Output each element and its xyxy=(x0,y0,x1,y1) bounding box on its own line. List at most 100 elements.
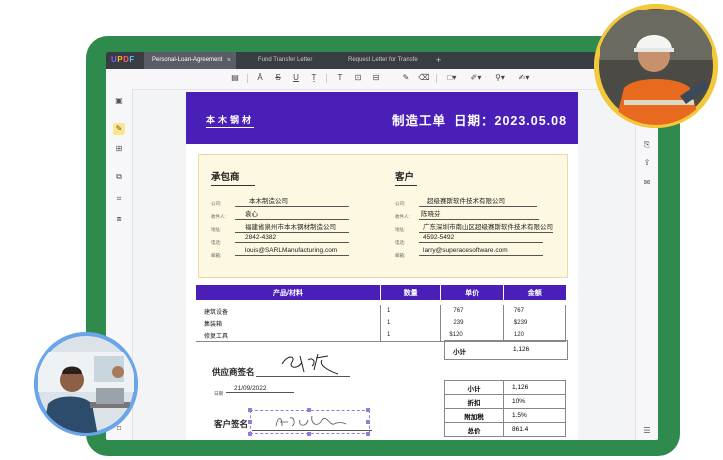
field-label: 收件人: xyxy=(395,214,410,219)
contractor-heading: 承包商 xyxy=(211,169,255,186)
product-price: 239 xyxy=(440,317,504,329)
pencil-icon[interactable]: ✎ xyxy=(400,72,412,84)
office-avatar-ring xyxy=(34,332,138,436)
products-table: 产品/材料 数量 单价 金额 建筑设备 1 767 767 集装箱 1 239 … xyxy=(196,285,567,342)
field-label: 邮箱: xyxy=(211,253,222,258)
field-label: 公司: xyxy=(211,201,222,206)
column-header: 产品/材料 xyxy=(196,285,381,300)
summary-label: 折扣 xyxy=(444,394,504,409)
pen-icon[interactable]: ✐▾ xyxy=(470,72,482,84)
customer-signature-image xyxy=(275,415,347,427)
stamp-icon[interactable]: ⚲▾ xyxy=(494,72,506,84)
party-info-box: 承包商 公司: 本木制造公司 收件人: 袁心 地址: 福建省泉州市本木钢材制造公… xyxy=(198,154,568,278)
column-header: 数量 xyxy=(380,285,442,300)
email-icon[interactable]: ✉ xyxy=(641,177,653,189)
summary-value: 10% xyxy=(503,394,566,409)
column-header: 金额 xyxy=(503,285,566,300)
brand-name: 本木钢材 xyxy=(206,113,255,128)
resize-handle[interactable] xyxy=(248,420,252,424)
field-label: 电话: xyxy=(395,240,406,245)
comment-icon[interactable]: ▤ xyxy=(229,72,241,84)
summary-label: 总价 xyxy=(444,422,504,437)
squiggly-icon[interactable]: Ṯ xyxy=(308,72,320,84)
tab-request-letter[interactable]: Request Letter for Transfe xyxy=(340,52,426,69)
share-icon[interactable]: ⇪ xyxy=(641,157,653,169)
summary-label: 附加税 xyxy=(444,408,504,423)
product-qty: 1 xyxy=(380,329,442,342)
product-amount: $239 xyxy=(503,317,567,329)
app-window: UPDF Personal-Loan-Agreement × Fund Tran… xyxy=(106,52,658,440)
organize-pages-icon[interactable]: ⧉ xyxy=(113,171,125,183)
crop-icon[interactable]: ⌗ xyxy=(113,193,125,205)
field-label: 公司: xyxy=(395,201,406,206)
resize-handle[interactable] xyxy=(366,408,370,412)
resize-handle[interactable] xyxy=(366,432,370,436)
signature-line xyxy=(256,376,350,377)
summary-value: 861.4 xyxy=(503,422,566,437)
page-tools-icon[interactable]: ⧈ xyxy=(113,213,125,225)
table-row: 折扣 10% xyxy=(444,394,566,409)
underline-icon[interactable]: U xyxy=(290,72,302,84)
shape-icon[interactable]: □▾ xyxy=(446,72,458,84)
document-date: 日期：2023.05.08 xyxy=(454,114,568,128)
highlight-icon[interactable]: Ā xyxy=(254,72,266,84)
contractor-phone: 2842-4382 xyxy=(235,234,349,243)
close-tab-icon[interactable]: × xyxy=(227,52,231,69)
tab-label: Fund Transfer Letter xyxy=(258,57,313,63)
summary-table: 小计 1,126 折扣 10% 附加税 1.5% 总价 861.4 xyxy=(444,380,566,437)
customer-phone: 4592-5492 xyxy=(419,234,543,243)
column-header: 单价 xyxy=(440,285,504,300)
comments-panel-icon[interactable]: ☰ xyxy=(641,425,653,437)
text-callout-icon[interactable]: ⊟ xyxy=(370,72,382,84)
product-price: 767 xyxy=(440,305,504,317)
product-name: 修复工具 xyxy=(196,329,381,342)
contractor-recipient: 袁心 xyxy=(235,208,349,220)
contractor-email: louis@SARLManufacturing.com xyxy=(235,247,349,256)
document-title: 制造工单 xyxy=(392,114,447,128)
product-name: 集装箱 xyxy=(196,317,381,329)
field-label: 地址: xyxy=(211,227,222,232)
reader-icon[interactable]: ▣ xyxy=(113,95,125,107)
worker-avatar-ring xyxy=(594,4,718,128)
signature-date: 21/09/2022 xyxy=(226,385,294,393)
table-row: 小计 1,126 xyxy=(444,380,566,395)
resize-handle[interactable] xyxy=(248,408,252,412)
customer-heading: 客户 xyxy=(395,169,417,186)
product-qty: 1 xyxy=(380,305,442,317)
product-name: 建筑设备 xyxy=(196,305,381,317)
table-row: 建筑设备 1 767 767 xyxy=(196,305,567,317)
field-label: 收件人: xyxy=(211,214,226,219)
table-row: 集装箱 1 239 $239 xyxy=(196,317,567,329)
text-icon[interactable]: T xyxy=(334,72,346,84)
new-tab-button[interactable]: + xyxy=(436,52,441,69)
eraser-icon[interactable]: ⌫ xyxy=(418,72,430,84)
document-header: 本木钢材 制造工单 日期：2023.05.08 xyxy=(186,92,578,144)
resize-handle[interactable] xyxy=(366,420,370,424)
comment-mode-icon[interactable]: ✎ xyxy=(113,123,125,135)
products-subtotal: 小计 1,126 xyxy=(444,340,568,360)
resize-handle[interactable] xyxy=(248,432,252,436)
field-label: 电话: xyxy=(211,240,222,245)
customer-signature-label: 客户签名 xyxy=(214,419,249,429)
subtotal-value: 1,126 xyxy=(513,346,530,353)
pdf-page: 本木钢材 制造工单 日期：2023.05.08 承包商 公司: 本木制造公司 收… xyxy=(186,92,578,440)
supplier-signature-image xyxy=(281,353,339,375)
textbox-icon[interactable]: ⊡ xyxy=(352,72,364,84)
customer-address: 广东深圳市南山区超级赛斯软件技术有限公司 xyxy=(419,221,553,233)
toolbar-divider xyxy=(436,74,437,83)
resize-handle[interactable] xyxy=(307,432,311,436)
customer-email: larry@superacesoftware.com xyxy=(419,247,543,256)
convert-icon[interactable]: ⎘ xyxy=(641,139,653,151)
customer-company: 超级赛斯软件技术有限公司 xyxy=(419,195,537,207)
supplier-signature-label: 供应商签名 xyxy=(212,367,255,377)
table-row: 总价 861.4 xyxy=(444,422,566,437)
toolbar-divider xyxy=(326,74,327,83)
tab-personal-loan-agreement[interactable]: Personal-Loan-Agreement × xyxy=(144,52,236,69)
signature-icon[interactable]: ✍▾ xyxy=(518,72,530,84)
edit-pdf-icon[interactable]: ⊞ xyxy=(113,143,125,155)
strikethrough-icon[interactable]: S xyxy=(272,72,284,84)
field-label: 邮箱: xyxy=(395,253,406,258)
date-label: 日期 xyxy=(214,391,223,396)
tab-fund-transfer-letter[interactable]: Fund Transfer Letter xyxy=(250,52,338,69)
contractor-company: 本木制造公司 xyxy=(235,195,349,207)
